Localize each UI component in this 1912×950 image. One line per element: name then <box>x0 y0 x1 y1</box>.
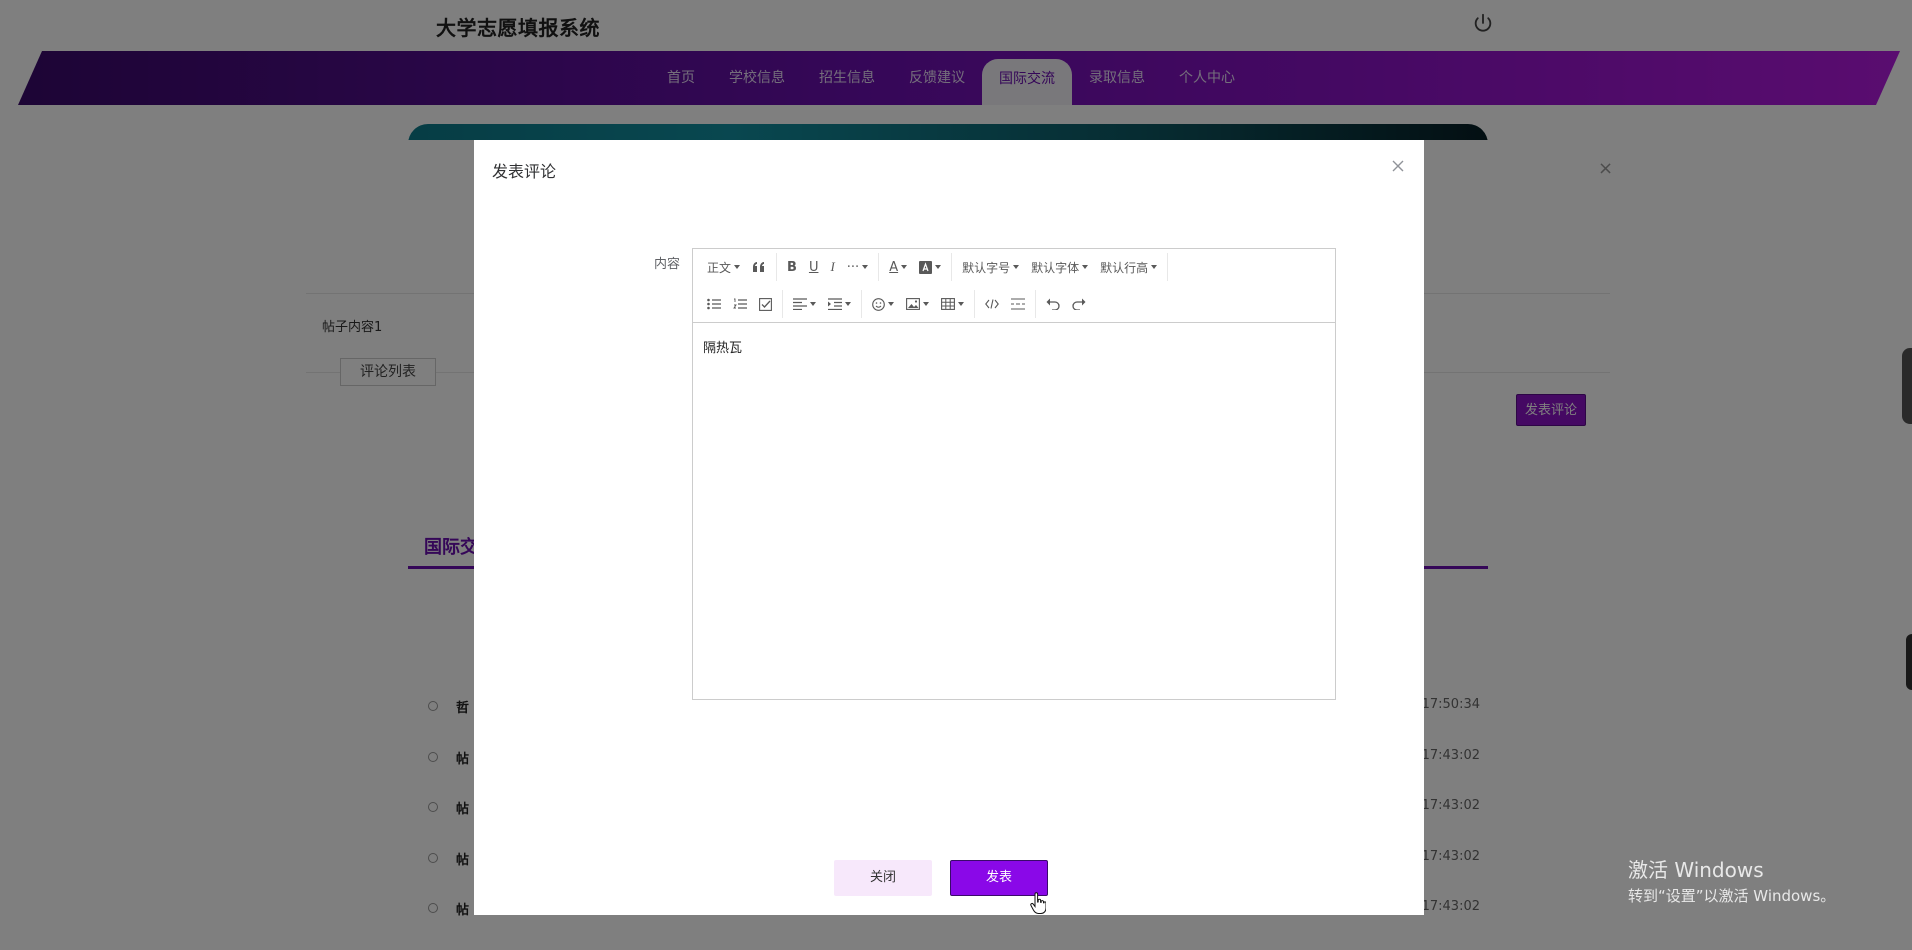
close-button[interactable]: 关闭 <box>834 860 932 896</box>
submit-button[interactable]: 发表 <box>950 860 1048 896</box>
indent-icon[interactable] <box>822 286 857 322</box>
todo-icon[interactable] <box>753 286 778 322</box>
heading-select[interactable]: 正文 <box>693 249 746 285</box>
more-icon[interactable]: ··· <box>841 249 874 285</box>
align-icon[interactable] <box>787 286 822 322</box>
code-icon[interactable] <box>979 286 1005 322</box>
editor-content[interactable]: 隔热瓦 <box>703 337 742 356</box>
rich-text-editor: 正文 B U I ··· A 默认字号 默认字体 默认行高 隔热瓦 <box>692 248 1336 700</box>
table-icon[interactable] <box>935 286 970 322</box>
numbered-list-icon[interactable] <box>727 286 753 322</box>
emoji-icon[interactable] <box>866 286 900 322</box>
font-color-icon[interactable]: A <box>883 249 913 285</box>
undo-icon[interactable] <box>1040 286 1066 322</box>
comment-dialog: 发表评论 内容 正文 B U I ··· A 默认字号 默认字体 默认行高 隔热… <box>474 140 1424 915</box>
close-icon[interactable] <box>1390 158 1406 174</box>
underline-icon[interactable]: U <box>803 249 825 285</box>
divider-line-icon[interactable] <box>1005 286 1031 322</box>
bold-icon[interactable]: B <box>781 249 803 285</box>
hand-cursor-icon <box>1030 892 1046 914</box>
dialog-title: 发表评论 <box>492 162 557 181</box>
windows-activation-watermark: 激活 Windows 转到“设置”以激活 Windows。 <box>1628 854 1835 906</box>
watermark-subtitle: 转到“设置”以激活 Windows。 <box>1628 887 1836 905</box>
font-size-select[interactable]: 默认字号 <box>956 249 1025 285</box>
content-label: 内容 <box>654 257 681 272</box>
redo-icon[interactable] <box>1066 286 1092 322</box>
background-color-icon[interactable] <box>913 249 947 285</box>
quote-icon[interactable] <box>746 249 772 285</box>
line-height-select[interactable]: 默认行高 <box>1094 249 1163 285</box>
italic-icon[interactable]: I <box>824 249 840 285</box>
bulleted-list-icon[interactable] <box>693 286 727 322</box>
watermark-title: 激活 Windows <box>1628 858 1764 882</box>
editor-toolbar: 正文 B U I ··· A 默认字号 默认字体 默认行高 <box>693 249 1335 323</box>
image-icon[interactable] <box>900 286 935 322</box>
font-family-select[interactable]: 默认字体 <box>1025 249 1094 285</box>
